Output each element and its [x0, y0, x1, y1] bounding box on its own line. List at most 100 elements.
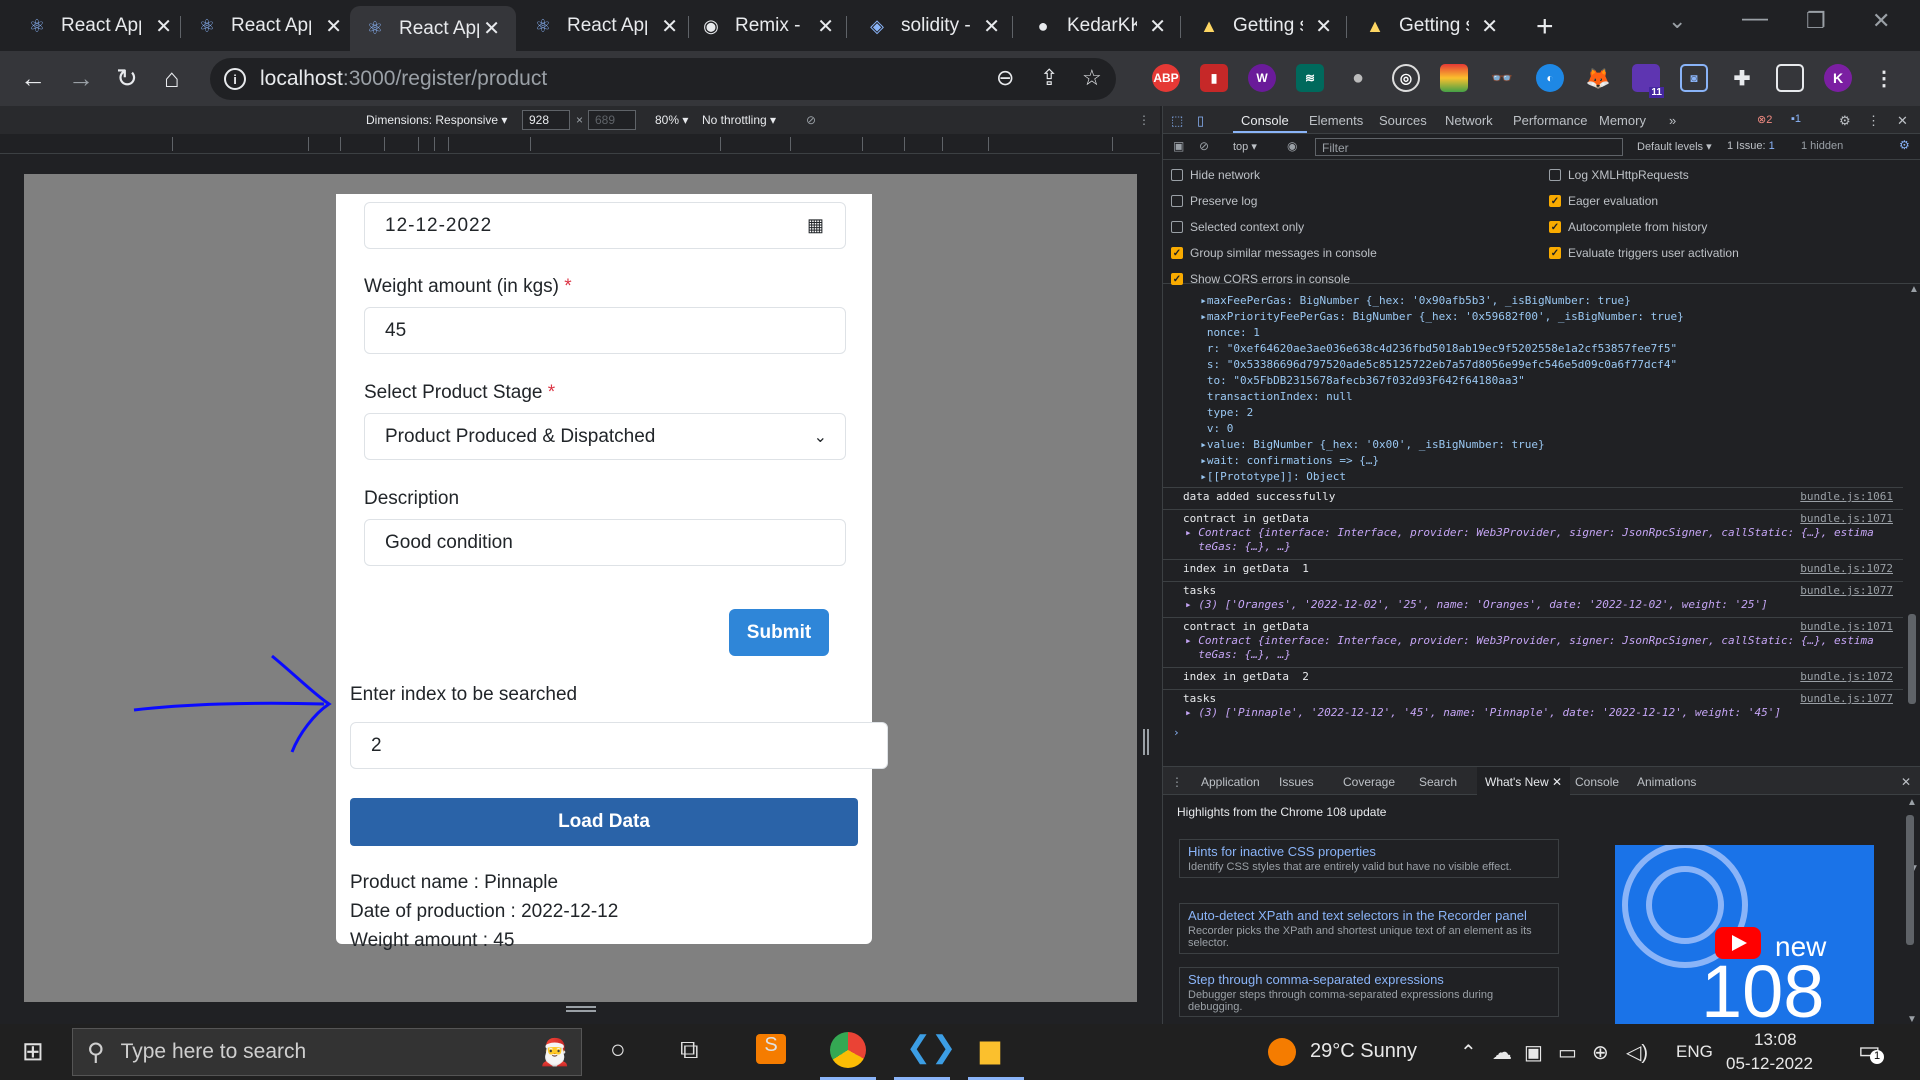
browser-tab[interactable]: ⚛ React App ✕	[26, 8, 172, 44]
close-icon[interactable]: ✕	[483, 16, 500, 41]
throttle-select[interactable]: No throttling ▾	[702, 113, 776, 127]
drawer-tab-issues[interactable]: Issues	[1279, 775, 1314, 789]
volume-icon[interactable]: ◁)	[1626, 1040, 1648, 1065]
extension-icon[interactable]: ▮	[1200, 64, 1228, 92]
site-info-icon[interactable]: i	[224, 68, 246, 90]
weather-text[interactable]: 29°C Sunny	[1310, 1040, 1417, 1063]
console-source-link[interactable]: bundle.js:1071	[1800, 512, 1893, 525]
bookmark-star-icon[interactable]: ☆	[1082, 65, 1102, 91]
network-globe-icon[interactable]: ⊕	[1592, 1040, 1609, 1065]
zoom-icon[interactable]: ⊖	[996, 65, 1014, 91]
more-tabs-icon[interactable]: »	[1669, 113, 1676, 128]
console-filter-input[interactable]: Filter	[1315, 138, 1623, 156]
drawer-tab-animations[interactable]: Animations	[1637, 775, 1696, 789]
whats-new-item[interactable]: Step through comma-separated expressions…	[1179, 967, 1559, 1017]
tab-network[interactable]: Network	[1445, 113, 1493, 128]
drawer-tab-console[interactable]: Console	[1575, 775, 1619, 789]
settings-gear-icon[interactable]: ⚙	[1839, 113, 1851, 129]
extensions-puzzle-icon[interactable]: ✚	[1728, 64, 1756, 92]
console-object-line[interactable]: ▸wait: confirmations => {…}	[1187, 454, 1379, 467]
submit-button[interactable]: Submit	[729, 609, 829, 656]
close-icon[interactable]: ✕	[661, 14, 678, 39]
tab-memory[interactable]: Memory	[1599, 113, 1646, 128]
console-object-line[interactable]: ▸value: BigNumber {_hex: '0x00', _isBigN…	[1187, 438, 1544, 451]
checkbox[interactable]	[1549, 169, 1561, 181]
extension-icon[interactable]	[1440, 64, 1468, 92]
width-input[interactable]: 928	[522, 110, 570, 130]
window-close-icon[interactable]: ✕	[1872, 8, 1890, 34]
inspect-icon[interactable]: ⬚	[1171, 113, 1183, 129]
clear-console-icon[interactable]: ⊘	[1199, 139, 1209, 153]
extension-icon[interactable]: ●	[1344, 64, 1372, 92]
clock-date[interactable]: 05-12-2022	[1726, 1054, 1813, 1074]
error-count-badge[interactable]: ⊗2	[1757, 113, 1772, 126]
drawer-tab-search[interactable]: Search	[1419, 775, 1457, 789]
address-bar[interactable]: i localhost:3000/register/product ⊖ ⇪ ☆	[210, 58, 1116, 100]
onedrive-icon[interactable]: ☁	[1492, 1040, 1512, 1065]
close-icon[interactable]: ✕	[1149, 14, 1166, 39]
browser-tab[interactable]: ⚛ React App ✕	[532, 8, 678, 44]
extension-icon[interactable]: 👓	[1488, 64, 1516, 92]
resize-handle[interactable]	[1143, 729, 1149, 755]
extension-icon[interactable]: ≋	[1296, 64, 1324, 92]
reload-icon[interactable]: ↻	[116, 63, 138, 94]
console-expandable[interactable]: ▸ Contract {interface: Interface, provid…	[1185, 526, 1874, 554]
description-input[interactable]: Good condition	[364, 519, 846, 566]
console-source-link[interactable]: bundle.js:1071	[1800, 620, 1893, 633]
resize-handle-bottom[interactable]	[566, 1006, 596, 1012]
browser-tab[interactable]: ▲ Getting s ✕	[1198, 8, 1332, 44]
console-source-link[interactable]: bundle.js:1077	[1800, 584, 1893, 597]
close-icon[interactable]: ✕	[325, 14, 342, 39]
close-icon[interactable]: ✕	[983, 14, 1000, 39]
profile-avatar[interactable]: K	[1824, 64, 1852, 92]
devtools-menu-icon[interactable]: ⋮	[1867, 113, 1880, 129]
console-object-line[interactable]: nonce: 1	[1187, 326, 1260, 339]
console-option[interactable]: ✓ Eager evaluation	[1549, 194, 1658, 208]
checkbox[interactable]	[1171, 169, 1183, 181]
console-object-line[interactable]: r: "0xef64620ae3ae036e638c4d236fbd5018ab…	[1187, 342, 1677, 355]
console-option[interactable]: Preserve log	[1171, 194, 1257, 208]
extension-icon[interactable]: 11	[1632, 64, 1664, 98]
extension-icon[interactable]: ◎	[1392, 64, 1420, 92]
close-icon[interactable]: ✕	[1481, 14, 1498, 39]
close-icon[interactable]: ✕	[155, 14, 172, 39]
drawer-tab-application[interactable]: Application	[1201, 775, 1260, 789]
console-expandable[interactable]: ▸ (3) ['Pinnaple', '2022-12-12', '45', n…	[1185, 706, 1781, 720]
console-expandable[interactable]: ▸ (3) ['Oranges', '2022-12-02', '25', na…	[1185, 598, 1768, 612]
checkbox[interactable]: ✓	[1549, 247, 1561, 259]
extension-w-icon[interactable]: W	[1248, 64, 1276, 92]
rotate-icon[interactable]: ⊘	[806, 113, 816, 127]
browser-tab[interactable]: ◈ solidity - ✕	[866, 8, 1000, 44]
console-object-line[interactable]: ▸[[Prototype]]: Object	[1187, 470, 1346, 483]
console-object-line[interactable]: s: "0x53386696d797520ade5c85125722eb7a57…	[1187, 358, 1677, 371]
device-menu-icon[interactable]: ⋮	[1138, 113, 1150, 127]
language-indicator[interactable]: ENG	[1676, 1042, 1713, 1062]
browser-tab[interactable]: ◉Remix - E✕	[700, 8, 834, 44]
chrome-icon[interactable]	[830, 1032, 866, 1068]
console-option[interactable]: ✓ Evaluate triggers user activation	[1549, 246, 1739, 260]
checkbox[interactable]: ✓	[1171, 247, 1183, 259]
checkbox[interactable]: ✓	[1549, 195, 1561, 207]
console-object-line[interactable]: transactionIndex: null	[1187, 390, 1353, 403]
weight-input[interactable]: 45	[364, 307, 846, 354]
console-option[interactable]: ✓ Group similar messages in console	[1171, 246, 1377, 260]
load-data-button[interactable]: Load Data	[350, 798, 858, 846]
battery-icon[interactable]: ▭	[1558, 1040, 1577, 1065]
console-option[interactable]: Hide network	[1171, 168, 1260, 182]
console-option[interactable]: Selected context only	[1171, 220, 1304, 234]
issues-link[interactable]: 1 Issue: 1	[1727, 140, 1775, 152]
tab-sources[interactable]: Sources	[1379, 113, 1427, 128]
date-input[interactable]: 12-12-2022 ▦	[364, 202, 846, 249]
cortana-icon[interactable]: ○	[610, 1034, 626, 1065]
back-icon[interactable]: ←	[20, 63, 46, 94]
new-tab-icon[interactable]: +	[1536, 10, 1554, 44]
eye-icon[interactable]: ◉	[1287, 139, 1297, 153]
sidebar-toggle-icon[interactable]: ▣	[1173, 139, 1184, 153]
task-view-icon[interactable]: ⧉	[680, 1034, 699, 1066]
taskbar-search[interactable]: ⚲ Type here to search 🎅	[72, 1028, 582, 1076]
extension-icon[interactable]: ◙	[1680, 64, 1708, 92]
checkbox[interactable]: ✓	[1549, 221, 1561, 233]
minimize-icon[interactable]: —	[1742, 2, 1768, 33]
console-prompt[interactable]: ›	[1173, 726, 1180, 739]
calendar-icon[interactable]: ▦	[807, 215, 825, 236]
